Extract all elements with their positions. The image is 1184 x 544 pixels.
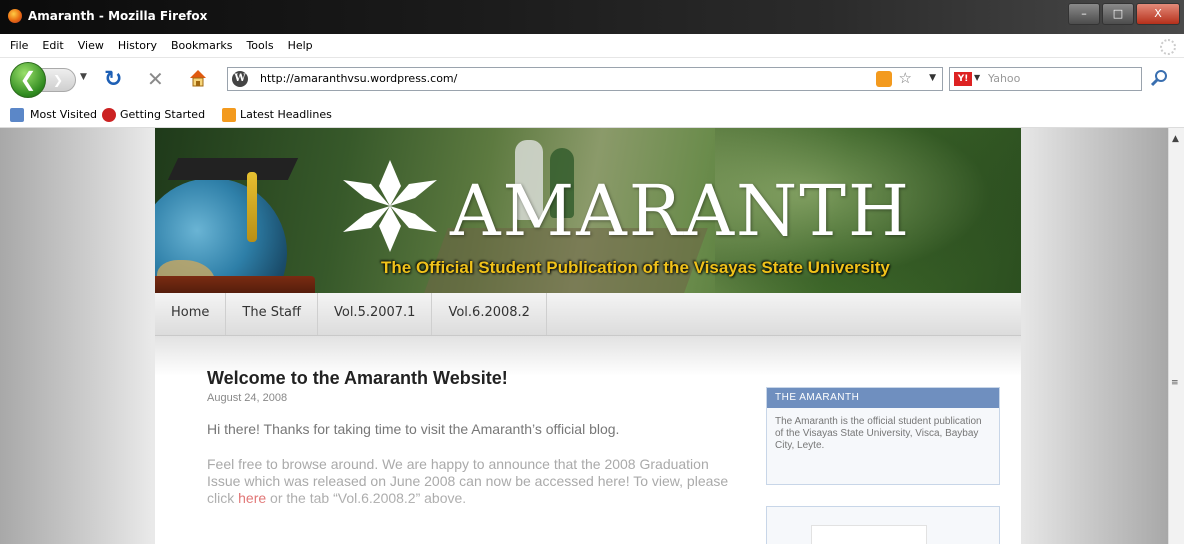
menu-file[interactable]: File bbox=[10, 39, 28, 52]
site-navigation: Home The Staff Vol.5.2007.1 Vol.6.2008.2 bbox=[155, 293, 1021, 336]
url-input[interactable]: http://amaranthvsu.wordpress.com/ bbox=[260, 72, 457, 85]
search-engine-dropdown-icon[interactable]: ▼ bbox=[974, 73, 980, 82]
menu-edit[interactable]: Edit bbox=[42, 39, 63, 52]
graduation-cap bbox=[167, 158, 299, 180]
reload-icon[interactable]: ↻ bbox=[104, 67, 122, 92]
getting-started-icon bbox=[102, 108, 116, 122]
tab-vol-5-2007-1[interactable]: Vol.5.2007.1 bbox=[318, 293, 433, 335]
window-controls: – □ X bbox=[1068, 3, 1180, 25]
search-box[interactable]: Y! ▼ Yahoo bbox=[949, 67, 1142, 91]
forward-arrow-icon: ❯ bbox=[52, 73, 64, 87]
tab-home[interactable]: Home bbox=[155, 293, 227, 335]
vertical-scrollbar[interactable]: ▲ ≡ bbox=[1168, 128, 1184, 544]
window-title: Amaranth - Mozilla Firefox bbox=[28, 9, 208, 23]
back-arrow-icon: ❮ bbox=[19, 67, 37, 91]
website: AMARANTH The Official Student Publicatio… bbox=[155, 128, 1021, 544]
post-text: or the tab “Vol.6.2008.2” above. bbox=[266, 490, 467, 506]
maximize-button[interactable]: □ bbox=[1102, 3, 1134, 25]
page-viewport: AMARANTH The Official Student Publicatio… bbox=[0, 128, 1168, 544]
close-button[interactable]: X bbox=[1136, 3, 1180, 25]
throbber-icon bbox=[1160, 39, 1176, 55]
rss-icon[interactable] bbox=[876, 71, 892, 87]
post-date: August 24, 2008 bbox=[207, 392, 288, 404]
latest-headlines-icon bbox=[222, 108, 236, 122]
menu-bar: File Edit View History Bookmarks Tools H… bbox=[0, 34, 1184, 58]
scroll-grip-icon[interactable]: ≡ bbox=[1171, 378, 1181, 388]
history-dropdown-icon[interactable]: ▼ bbox=[80, 72, 87, 82]
home-icon[interactable] bbox=[187, 67, 209, 89]
bookmark-latest-headlines[interactable]: Latest Headlines bbox=[240, 108, 332, 121]
url-dropdown-icon[interactable]: ▼ bbox=[929, 73, 936, 83]
back-button[interactable]: ❮ bbox=[10, 62, 46, 98]
amaranth-logo-icon bbox=[343, 160, 437, 252]
bookmark-getting-started[interactable]: Getting Started bbox=[120, 108, 205, 121]
post-paragraph: Feel free to browse around. We are happy… bbox=[207, 456, 737, 507]
site-title: AMARANTH bbox=[450, 170, 912, 252]
search-input[interactable]: Yahoo bbox=[988, 72, 1020, 85]
menu-bookmarks[interactable]: Bookmarks bbox=[171, 39, 232, 52]
menu-history[interactable]: History bbox=[118, 39, 157, 52]
cap-tassel bbox=[247, 172, 257, 242]
bookmarks-toolbar: Most Visited Getting Started Latest Head… bbox=[0, 102, 1184, 128]
sidebar-widget bbox=[766, 506, 1000, 544]
here-link[interactable]: here bbox=[238, 490, 266, 506]
tab-vol-6-2008-2[interactable]: Vol.6.2008.2 bbox=[432, 293, 547, 335]
scroll-up-icon[interactable]: ▲ bbox=[1172, 134, 1179, 144]
yahoo-engine-icon[interactable]: Y! bbox=[954, 72, 972, 86]
stop-icon[interactable]: ✕ bbox=[147, 67, 164, 91]
post-paragraph: Hi there! Thanks for taking time to visi… bbox=[207, 421, 620, 437]
navigation-toolbar: ❯ ❮ ▼ ↻ ✕ W http://amaranthvsu.wordpress… bbox=[0, 58, 1184, 102]
header-banner: AMARANTH The Official Student Publicatio… bbox=[155, 128, 1021, 293]
sidebar-widget-about: THE AMARANTH The Amaranth is the officia… bbox=[766, 387, 1000, 485]
search-icon[interactable] bbox=[1150, 68, 1170, 88]
bookmark-most-visited[interactable]: Most Visited bbox=[30, 108, 97, 121]
post-title[interactable]: Welcome to the Amaranth Website! bbox=[207, 368, 508, 389]
main-content: Welcome to the Amaranth Website! August … bbox=[155, 336, 1021, 544]
firefox-icon bbox=[8, 9, 22, 23]
menu-tools[interactable]: Tools bbox=[246, 39, 273, 52]
menu-view[interactable]: View bbox=[78, 39, 104, 52]
window-titlebar: Amaranth - Mozilla Firefox – □ X bbox=[0, 0, 1184, 34]
url-bar[interactable]: W http://amaranthvsu.wordpress.com/ ☆ ▼ bbox=[227, 67, 943, 91]
widget-text: The Amaranth is the official student pub… bbox=[775, 416, 982, 451]
tab-the-staff[interactable]: The Staff bbox=[226, 293, 318, 335]
widget-box bbox=[811, 525, 927, 544]
menu-help[interactable]: Help bbox=[288, 39, 313, 52]
site-tagline: The Official Student Publication of the … bbox=[381, 258, 890, 277]
minimize-button[interactable]: – bbox=[1068, 3, 1100, 25]
bookmark-star-icon[interactable]: ☆ bbox=[899, 69, 912, 87]
widget-heading: THE AMARANTH bbox=[767, 388, 999, 408]
globe-stand bbox=[155, 276, 315, 293]
most-visited-icon bbox=[10, 108, 24, 122]
site-favicon: W bbox=[232, 71, 248, 87]
